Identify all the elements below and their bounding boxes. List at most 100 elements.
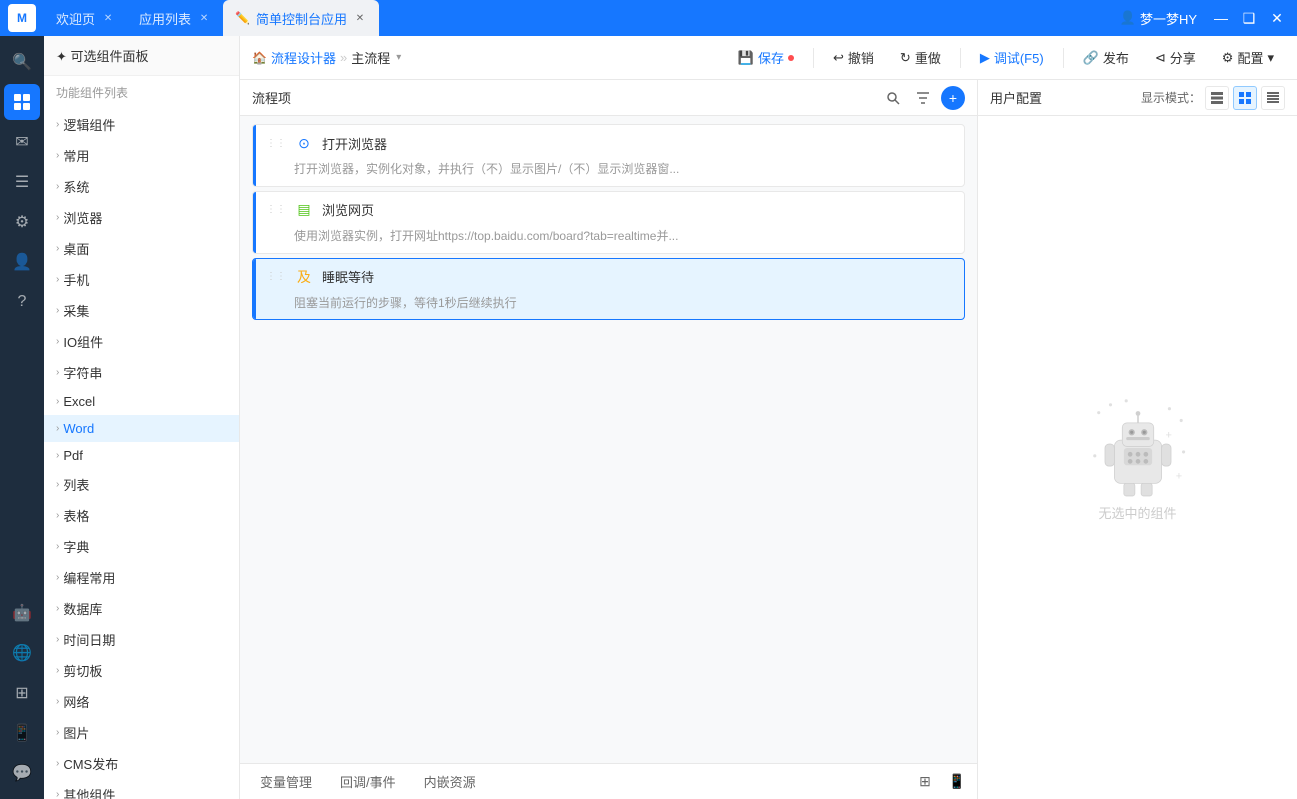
- sidebar-item-globe[interactable]: 🌐: [4, 635, 40, 671]
- display-mode-grid-btn[interactable]: [1233, 86, 1257, 110]
- tab-welcome[interactable]: 欢迎页✕: [44, 0, 127, 36]
- sidebar-item-label: 列表: [63, 475, 89, 494]
- sidebar-item-桌面[interactable]: ›桌面: [44, 233, 239, 264]
- bottom-tab-resources[interactable]: 内嵌资源: [412, 768, 488, 795]
- sidebar-item-mail[interactable]: ✉: [4, 124, 40, 160]
- settings-button[interactable]: ⚙ 配置 ▾: [1211, 43, 1285, 72]
- user-info[interactable]: 👤 梦一梦HY: [1120, 9, 1197, 28]
- sidebar-item-label: 字典: [63, 537, 89, 556]
- sidebar-item-doc[interactable]: ☰: [4, 164, 40, 200]
- right-panel: 用户配置 显示模式：: [977, 80, 1297, 799]
- sidebar-item-CMS发布[interactable]: ›CMS发布: [44, 748, 239, 779]
- breadcrumb-dropdown-icon[interactable]: ▾: [396, 52, 401, 63]
- sidebar-item-search[interactable]: 🔍: [4, 44, 40, 80]
- flow-item-header: ⋮⋮ 及 睡眠等待: [256, 259, 964, 295]
- sidebar-item-剪切板[interactable]: ›剪切板: [44, 655, 239, 686]
- flow-item-row: ⋮⋮ ▤ 浏览网页 使用浏览器实例，打开网址https://top.baidu.…: [253, 192, 964, 253]
- flow-item-browse-page[interactable]: ⋮⋮ ▤ 浏览网页 使用浏览器实例，打开网址https://top.baidu.…: [252, 191, 965, 254]
- sidebar-arrow: ›: [56, 510, 59, 521]
- bottom-device-icon[interactable]: 📱: [945, 770, 969, 794]
- sidebar-item-浏览器[interactable]: ›浏览器: [44, 202, 239, 233]
- redo-button[interactable]: ↻ 重做: [889, 43, 952, 72]
- drag-handle-icon[interactable]: ⋮⋮: [266, 204, 286, 215]
- sidebar-item-gear[interactable]: ⚙: [4, 204, 40, 240]
- share-icon: ⊲: [1155, 50, 1166, 66]
- bottom-tab-variables[interactable]: 变量管理: [248, 768, 324, 795]
- flow-panel: 流程项 +: [240, 80, 977, 799]
- tab-close-welcome[interactable]: ✕: [101, 11, 115, 25]
- sidebar-item-字典[interactable]: ›字典: [44, 531, 239, 562]
- flow-item-content: ⋮⋮ ⊙ 打开浏览器 打开浏览器，实例化对象，并执行（不）显示图片/（不）显示浏…: [256, 125, 964, 186]
- sidebar-item-label: 常用: [63, 146, 89, 165]
- sidebar-arrow: ›: [56, 696, 59, 707]
- drag-handle-icon[interactable]: ⋮⋮: [266, 271, 286, 282]
- sidebar-item-label: 其他组件: [63, 785, 115, 799]
- publish-button[interactable]: 🔗 发布: [1072, 43, 1140, 72]
- flow-item-title: 打开浏览器: [322, 134, 387, 153]
- sidebar-arrow: ›: [56, 727, 59, 738]
- sidebar-arrow: ›: [56, 665, 59, 676]
- publish-label: 发布: [1103, 48, 1129, 67]
- minimize-button[interactable]: —: [1209, 6, 1233, 30]
- sidebar-item-数据库[interactable]: ›数据库: [44, 593, 239, 624]
- sidebar-item-Pdf[interactable]: ›Pdf: [44, 442, 239, 469]
- drag-handle-icon[interactable]: ⋮⋮: [266, 138, 286, 149]
- debug-button[interactable]: ▶ 调试(F5): [969, 43, 1055, 72]
- sidebar-item-label: Pdf: [63, 448, 83, 463]
- display-mode-list-btn[interactable]: [1205, 86, 1229, 110]
- sidebar-item-label: IO组件: [63, 332, 103, 351]
- flow-filter-icon[interactable]: [911, 86, 935, 110]
- flow-item-row: ⋮⋮ 及 睡眠等待 阻塞当前运行的步骤，等待1秒后继续执行: [253, 259, 964, 320]
- sidebar-item-编程常用[interactable]: ›编程常用: [44, 562, 239, 593]
- flow-search-icon[interactable]: [881, 86, 905, 110]
- sidebar-item-robot[interactable]: 🤖: [4, 595, 40, 631]
- sidebar-item-时间日期[interactable]: ›时间日期: [44, 624, 239, 655]
- display-mode-compact-btn[interactable]: [1261, 86, 1285, 110]
- save-button[interactable]: 💾 保存: [727, 43, 805, 72]
- flow-add-button[interactable]: +: [941, 86, 965, 110]
- sidebar-item-label: 逻辑组件: [63, 115, 115, 134]
- sidebar-item-Excel[interactable]: ›Excel: [44, 388, 239, 415]
- tab-close-applist[interactable]: ✕: [197, 11, 211, 25]
- close-button[interactable]: ✕: [1265, 6, 1289, 30]
- share-button[interactable]: ⊲ 分享: [1144, 43, 1207, 72]
- sidebar-item-采集[interactable]: ›采集: [44, 295, 239, 326]
- display-mode-selector: 显示模式：: [1141, 86, 1285, 110]
- bottom-windows-icon[interactable]: ⊞: [913, 770, 937, 794]
- sidebar-item-常用[interactable]: ›常用: [44, 140, 239, 171]
- sidebar-item-Word[interactable]: ›Word: [44, 415, 239, 442]
- breadcrumb-designer[interactable]: 流程设计器: [271, 48, 336, 67]
- sidebar-item-其他组件[interactable]: ›其他组件: [44, 779, 239, 799]
- sidebar-item-系统[interactable]: ›系统: [44, 171, 239, 202]
- sidebar-item-手机[interactable]: ›手机: [44, 264, 239, 295]
- sidebar-item-device[interactable]: 📱: [4, 715, 40, 751]
- sidebar-arrow: ›: [56, 243, 59, 254]
- flow-item-sleep[interactable]: ⋮⋮ 及 睡眠等待 阻塞当前运行的步骤，等待1秒后继续执行: [252, 258, 965, 321]
- sidebar-item-网络[interactable]: ›网络: [44, 686, 239, 717]
- flow-item-header: ⋮⋮ ▤ 浏览网页: [256, 192, 964, 228]
- sidebar-item-逻辑组件[interactable]: ›逻辑组件: [44, 109, 239, 140]
- settings-icon: ⚙: [1222, 50, 1234, 66]
- bottom-tab-callback[interactable]: 回调/事件: [328, 768, 408, 795]
- flow-header: 流程项 +: [240, 80, 977, 116]
- flow-item-open-browser[interactable]: ⋮⋮ ⊙ 打开浏览器 打开浏览器，实例化对象，并执行（不）显示图片/（不）显示浏…: [252, 124, 965, 187]
- sidebar-item-label: 数据库: [63, 599, 102, 618]
- sidebar-item-列表[interactable]: ›列表: [44, 469, 239, 500]
- tab-app[interactable]: ✏️简单控制台应用✕: [223, 0, 379, 36]
- sidebar-item-support[interactable]: 💬: [4, 755, 40, 791]
- flow-item-title: 睡眠等待: [322, 267, 374, 286]
- maximize-button[interactable]: ❑: [1237, 6, 1261, 30]
- sidebar-item-IO组件[interactable]: ›IO组件: [44, 326, 239, 357]
- tab-close-app[interactable]: ✕: [353, 11, 367, 25]
- undo-button[interactable]: ↩ 撤销: [822, 43, 885, 72]
- sidebar-item-图片[interactable]: ›图片: [44, 717, 239, 748]
- tab-applist[interactable]: 应用列表✕: [127, 0, 223, 36]
- sidebar-item-grid[interactable]: [4, 84, 40, 120]
- sidebar-arrow: ›: [56, 212, 59, 223]
- sidebar-item-表格[interactable]: ›表格: [44, 500, 239, 531]
- sidebar-item-question[interactable]: ?: [4, 284, 40, 320]
- sidebar-item-user[interactable]: 👤: [4, 244, 40, 280]
- flow-item-desc: 使用浏览器实例，打开网址https://top.baidu.com/board?…: [256, 228, 964, 253]
- sidebar-item-字符串[interactable]: ›字符串: [44, 357, 239, 388]
- sidebar-item-windows[interactable]: ⊞: [4, 675, 40, 711]
